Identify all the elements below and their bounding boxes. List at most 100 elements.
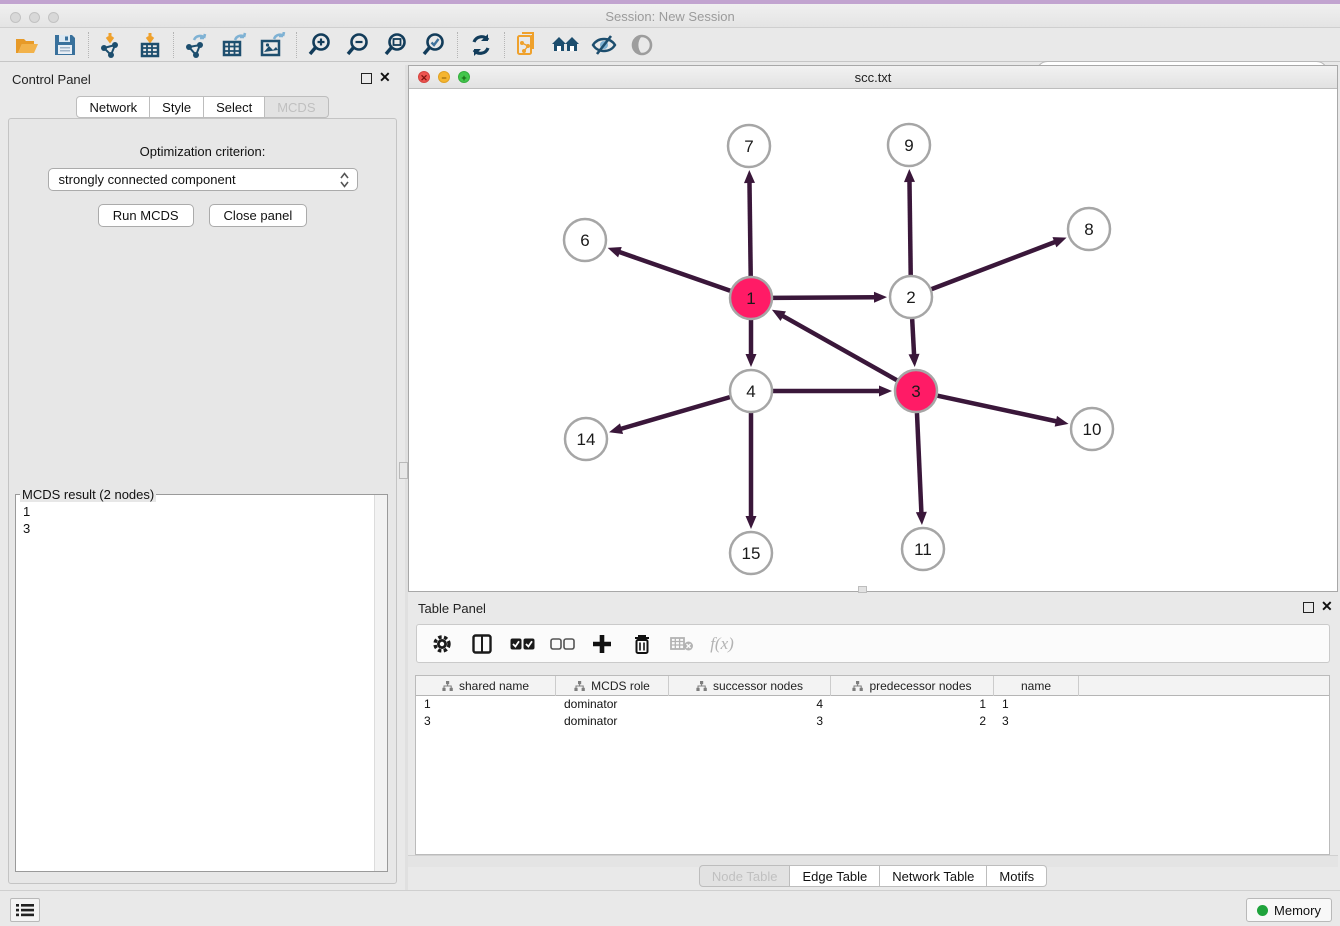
clear-table-button[interactable] (669, 631, 695, 657)
graph-edge-2-9[interactable] (909, 180, 910, 275)
show-column-button[interactable] (469, 631, 495, 657)
graph-edge-2-3[interactable] (912, 319, 914, 356)
node-table[interactable]: shared name MCDS role successor nodes pr… (415, 675, 1330, 855)
run-mcds-button[interactable]: Run MCDS (98, 204, 194, 227)
graph-edge-3-1[interactable] (781, 315, 896, 380)
cell-successor-nodes: 4 (669, 696, 831, 713)
column-header-name[interactable]: name (994, 676, 1079, 696)
tab-motifs[interactable]: Motifs (987, 865, 1047, 887)
toolbar-separator (88, 32, 89, 58)
close-panel-button[interactable]: Close panel (209, 204, 308, 227)
vertical-splitter-handle[interactable] (399, 462, 408, 479)
export-image-icon (259, 32, 287, 58)
save-session-button[interactable] (46, 30, 84, 60)
float-panel-icon[interactable] (361, 73, 372, 84)
graph-node-label: 8 (1084, 220, 1093, 239)
float-table-panel-icon[interactable] (1303, 602, 1314, 613)
cell-predecessor-nodes: 1 (831, 696, 994, 713)
home-view-button[interactable] (547, 30, 585, 60)
export-network-button[interactable] (178, 30, 216, 60)
mcds-result-list[interactable]: 1 3 (16, 499, 374, 871)
result-scrollbar[interactable] (374, 495, 387, 871)
column-header-successor-nodes[interactable]: successor nodes (669, 676, 831, 696)
table-tabs: Node Table Edge Table Network Table Moti… (408, 865, 1338, 887)
houses-icon (551, 33, 581, 57)
toolbar-separator (173, 32, 174, 58)
unselect-all-button[interactable] (549, 631, 575, 657)
zoom-fit-button[interactable] (377, 30, 415, 60)
tab-mcds[interactable]: MCDS (265, 96, 328, 118)
save-icon (53, 33, 77, 57)
import-table-button[interactable] (131, 30, 169, 60)
tab-select[interactable]: Select (204, 96, 265, 118)
zoom-in-button[interactable] (301, 30, 339, 60)
zoom-selected-icon (421, 32, 447, 58)
session-title: Session: New Session (0, 9, 1340, 24)
graph-edge-1-6[interactable] (618, 252, 730, 291)
horizontal-splitter-handle[interactable] (858, 586, 867, 593)
graph-arrowhead (909, 354, 920, 367)
graph-node-label: 11 (914, 540, 932, 559)
tab-node-table[interactable]: Node Table (699, 865, 791, 887)
graph-edge-4-14[interactable] (620, 397, 730, 429)
cell-mcds-role: dominator (556, 696, 669, 713)
close-panel-icon[interactable]: ✕ (379, 69, 391, 86)
cell-name: 3 (994, 713, 1079, 730)
tab-style[interactable]: Style (150, 96, 204, 118)
tab-edge-table[interactable]: Edge Table (790, 865, 880, 887)
task-history-button[interactable] (10, 898, 40, 922)
network-view-window: ✕ − + scc.txt 7968124314101511 (408, 65, 1338, 592)
table-row[interactable]: 3 dominator 3 2 3 (416, 713, 1329, 730)
memory-status-icon (1257, 905, 1268, 916)
control-panel: Control Panel ✕ Network Style Select MCD… (0, 65, 405, 890)
column-header-predecessor-nodes[interactable]: predecessor nodes (831, 676, 994, 696)
graph-arrowhead (879, 386, 892, 397)
close-table-panel-icon[interactable]: ✕ (1321, 598, 1333, 615)
graph-arrowhead (608, 247, 622, 257)
table-toolbar: f(x) (416, 624, 1330, 663)
cell-mcds-role: dominator (556, 713, 669, 730)
clone-network-button[interactable] (509, 30, 547, 60)
memory-button[interactable]: Memory (1246, 898, 1332, 922)
delete-column-button[interactable] (629, 631, 655, 657)
network-canvas[interactable]: 7968124314101511 (409, 89, 1337, 591)
graph-edge-3-11[interactable] (917, 413, 921, 514)
graph-edge-3-10[interactable] (938, 396, 1058, 422)
hide-graphics-button[interactable] (585, 30, 623, 60)
create-column-button[interactable] (589, 631, 615, 657)
mcds-buttons: Run MCDS Close panel (9, 204, 396, 227)
birdseye-view-button[interactable] (623, 30, 661, 60)
column-header-shared-name[interactable]: shared name (416, 676, 556, 696)
main-toolbar (0, 28, 1340, 62)
optimization-criterion-select[interactable]: strongly connected component (48, 168, 358, 191)
zoom-out-button[interactable] (339, 30, 377, 60)
graph-edge-1-2[interactable] (773, 297, 876, 298)
network-window-titlebar[interactable]: ✕ − + scc.txt (409, 66, 1337, 89)
tree-icon (696, 681, 707, 691)
cell-name: 1 (994, 696, 1079, 713)
import-network-button[interactable] (93, 30, 131, 60)
table-row[interactable]: 1 dominator 4 1 1 (416, 696, 1329, 713)
tab-network[interactable]: Network (76, 96, 150, 118)
cell-shared-name: 3 (416, 713, 556, 730)
export-image-button[interactable] (254, 30, 292, 60)
graph-node-label: 9 (904, 136, 913, 155)
refresh-button[interactable] (462, 30, 500, 60)
open-file-button[interactable] (8, 30, 46, 60)
graph-arrowhead (1055, 416, 1069, 427)
table-settings-button[interactable] (429, 631, 455, 657)
zoom-selected-button[interactable] (415, 30, 453, 60)
graph-node-label: 1 (746, 289, 755, 308)
tab-network-table[interactable]: Network Table (880, 865, 987, 887)
plus-icon (592, 634, 612, 654)
graph-edge-1-7[interactable] (749, 181, 750, 276)
select-all-button[interactable] (509, 631, 535, 657)
graph-arrowhead (744, 170, 755, 183)
zoom-out-icon (345, 32, 371, 58)
table-header-row: shared name MCDS role successor nodes pr… (416, 676, 1329, 696)
export-table-button[interactable] (216, 30, 254, 60)
graph-edge-2-8[interactable] (932, 241, 1057, 289)
function-builder-button[interactable]: f(x) (709, 631, 735, 657)
column-header-mcds-role[interactable]: MCDS role (556, 676, 669, 696)
control-panel-header: Control Panel ✕ (0, 65, 405, 95)
